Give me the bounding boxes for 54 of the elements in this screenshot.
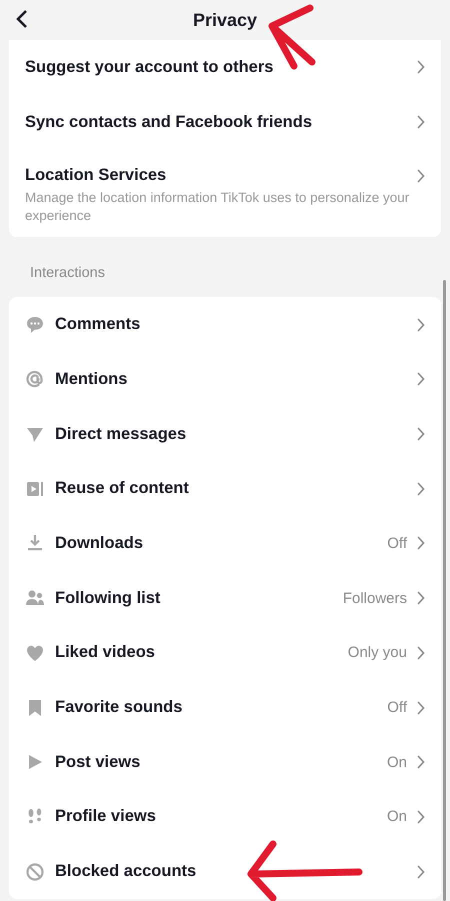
settings-item[interactable]: Mentions [9,352,441,407]
item-label: Favorite sounds [55,698,184,718]
section-title: Interactions [29,264,106,284]
item-label: Comments [55,315,142,334]
item-value: Only you [348,644,407,662]
settings-item[interactable]: Profile views On [9,790,441,844]
chevron-icon [417,536,425,550]
settings-item[interactable]: Suggest your account to others [9,40,441,95]
item-description: Manage the location information TikTok uses to personalize your experience [25,189,410,226]
settings-item[interactable]: Blocked accounts [9,844,441,899]
item-value: Off [387,534,407,552]
chevron-icon [417,700,425,715]
chevron-icon [417,318,425,332]
chevron-icon [417,427,425,442]
chevron-icon [417,60,425,74]
item-label: Reuse of content [55,479,190,498]
item-value: On [386,754,407,771]
item-label: Mentions [55,370,128,389]
chevron-icon [417,591,425,606]
page-title: Privacy [192,10,258,30]
settings-item[interactable]: Following list Followers [9,570,441,626]
at-sign-icon [25,369,45,390]
settings-item[interactable]: Favorite sounds Off [9,680,441,735]
settings-item[interactable]: Reuse of content [9,461,441,516]
settings-item[interactable]: Sync contacts and Facebook friends [9,94,441,150]
chevron-icon [417,168,425,183]
settings-item[interactable]: Downloads Off [9,516,441,571]
item-label: Downloads [55,534,144,553]
item-value: Off [387,699,407,716]
settings-item[interactable]: Location Services Manage the location information TikTok uses to personalize your experience [9,149,441,226]
chevron-icon [417,115,425,130]
item-label: Profile views [55,807,157,826]
item-label: Suggest your account to others [25,58,274,77]
settings-item[interactable]: Post views On [9,734,441,790]
chevron-icon [417,646,425,660]
item-value: Followers [342,590,407,607]
chevron-icon [417,482,425,496]
chevron-icon [417,810,425,824]
settings-item[interactable]: Comments [9,297,441,352]
chevron-icon [417,755,425,770]
item-label: Following list [55,588,162,608]
item-label: Blocked accounts [55,862,198,882]
block-icon [25,862,45,882]
speech-bubble-icon [25,314,45,335]
settings-item[interactable]: Direct messages [9,406,441,462]
item-label: Location Services [25,166,168,186]
item-label: Liked videos [55,643,156,662]
chevron-icon [417,864,425,879]
settings-item[interactable]: Liked videos Only you [9,626,441,680]
item-label: Direct messages [55,424,188,444]
chevron-icon [417,372,425,386]
item-label: Post views [55,752,142,772]
item-label: Sync contacts and Facebook friends [25,112,313,132]
item-value: On [386,808,407,826]
